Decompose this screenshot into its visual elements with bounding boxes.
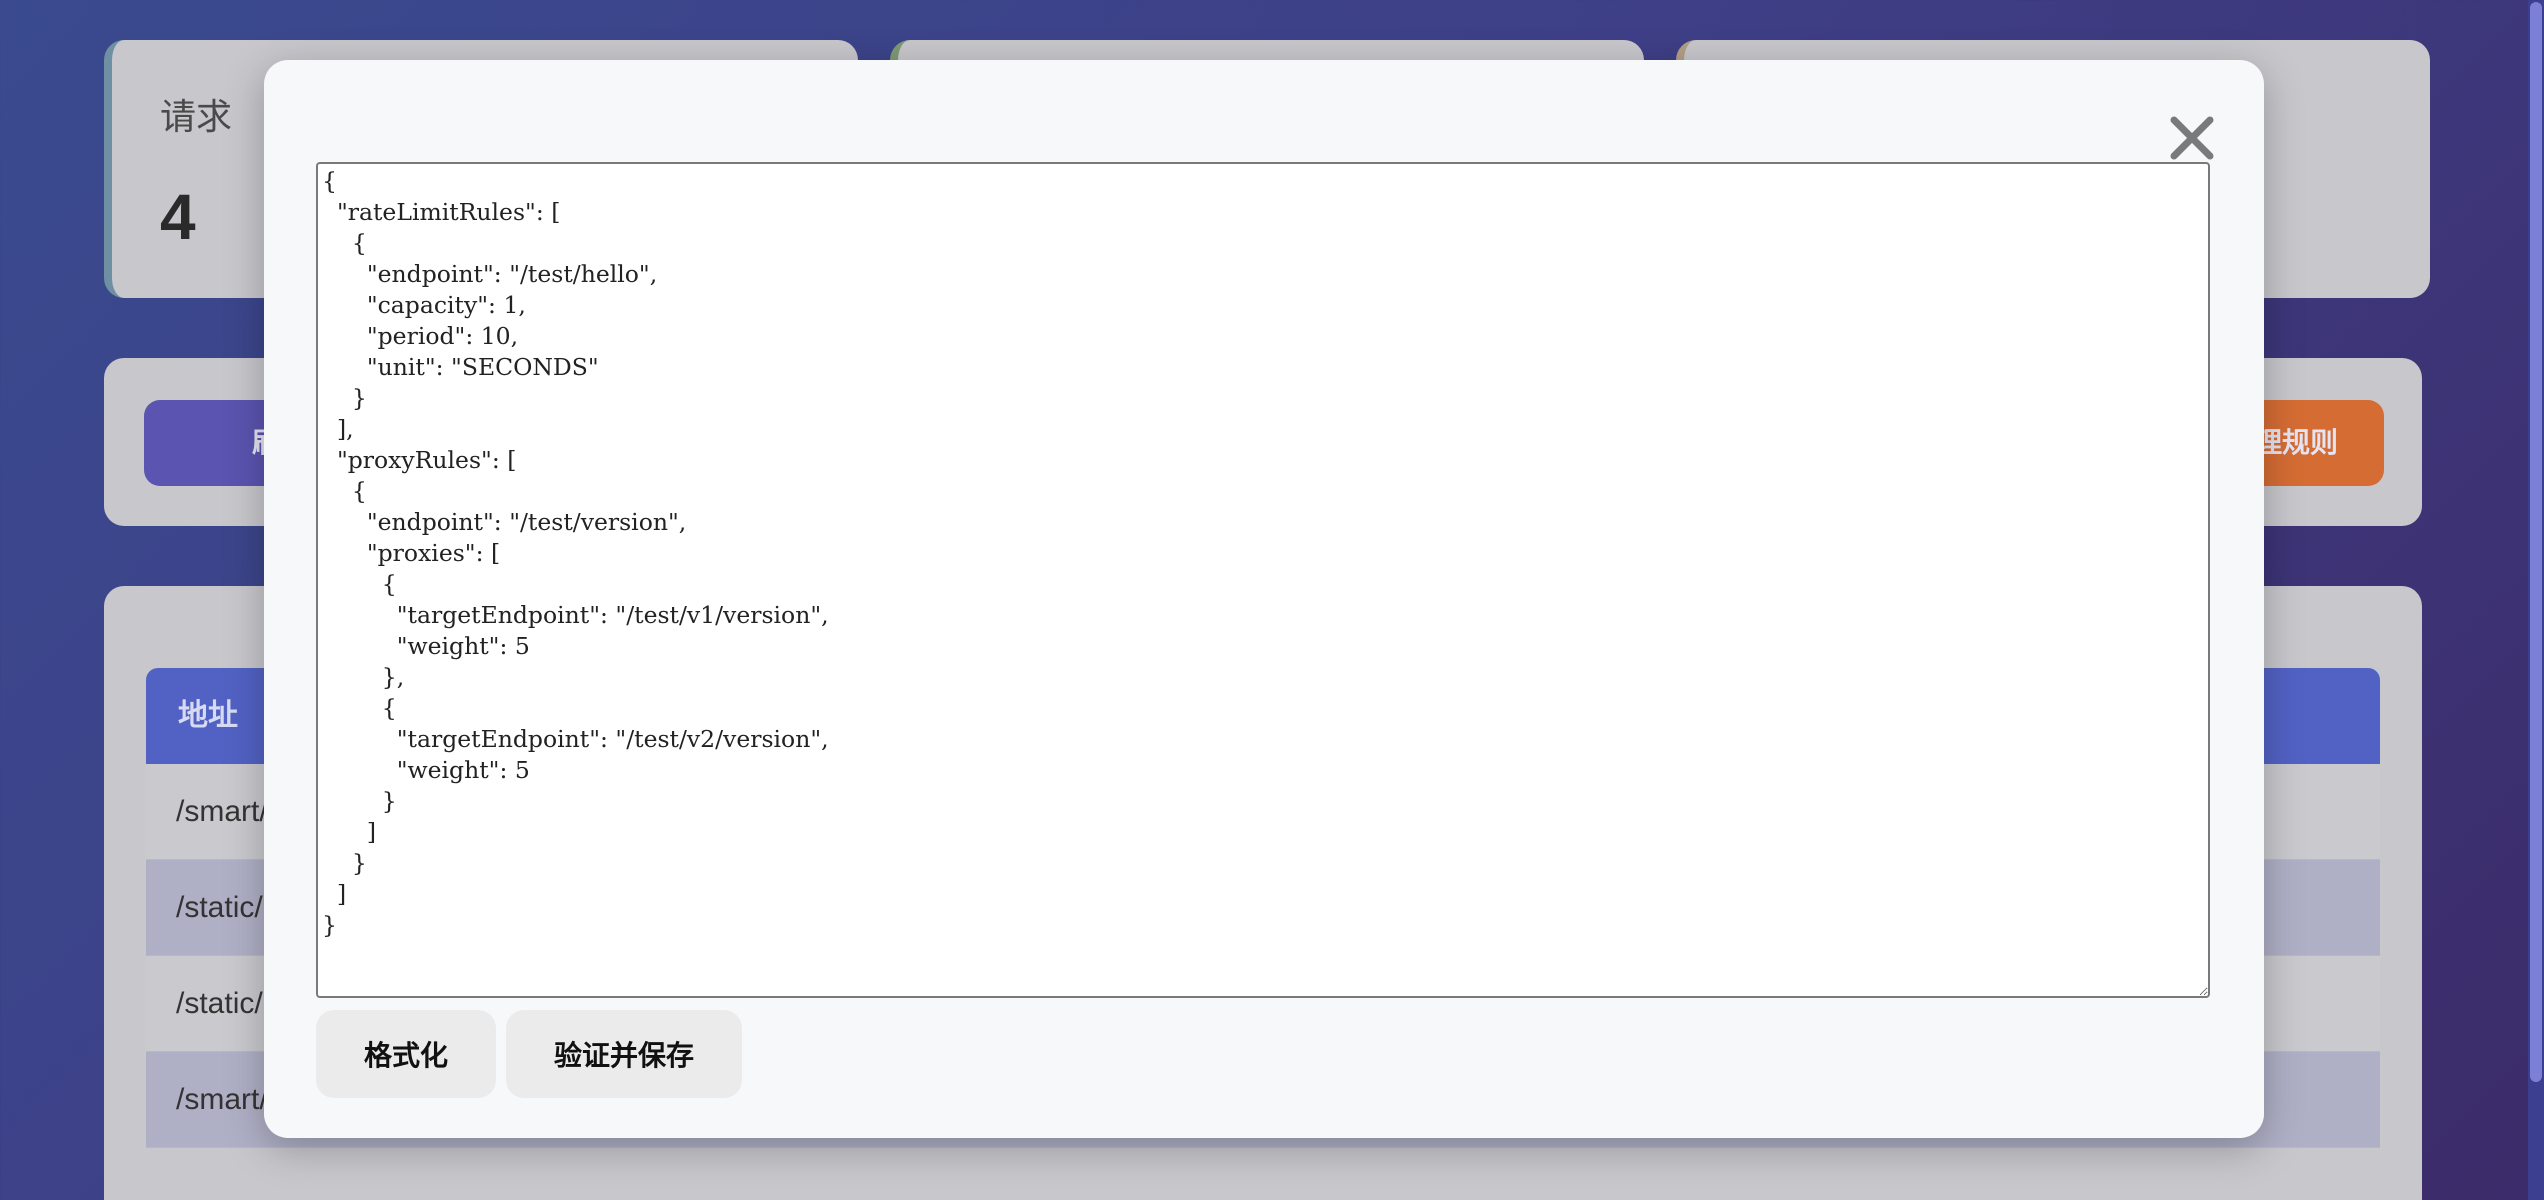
page-scrollbar[interactable] bbox=[2528, 0, 2544, 1200]
stat-card-value: 4 bbox=[160, 181, 196, 253]
json-config-editor[interactable]: { "rateLimitRules": [ { "endpoint": "/te… bbox=[316, 162, 2210, 998]
validate-save-button[interactable]: 验证并保存 bbox=[506, 1010, 742, 1098]
scrollbar-thumb[interactable] bbox=[2530, 2, 2542, 1082]
close-icon[interactable] bbox=[2162, 108, 2222, 168]
config-modal: { "rateLimitRules": [ { "endpoint": "/te… bbox=[264, 60, 2264, 1138]
format-button[interactable]: 格式化 bbox=[316, 1010, 496, 1098]
stat-card-label: 请求 bbox=[160, 96, 233, 137]
